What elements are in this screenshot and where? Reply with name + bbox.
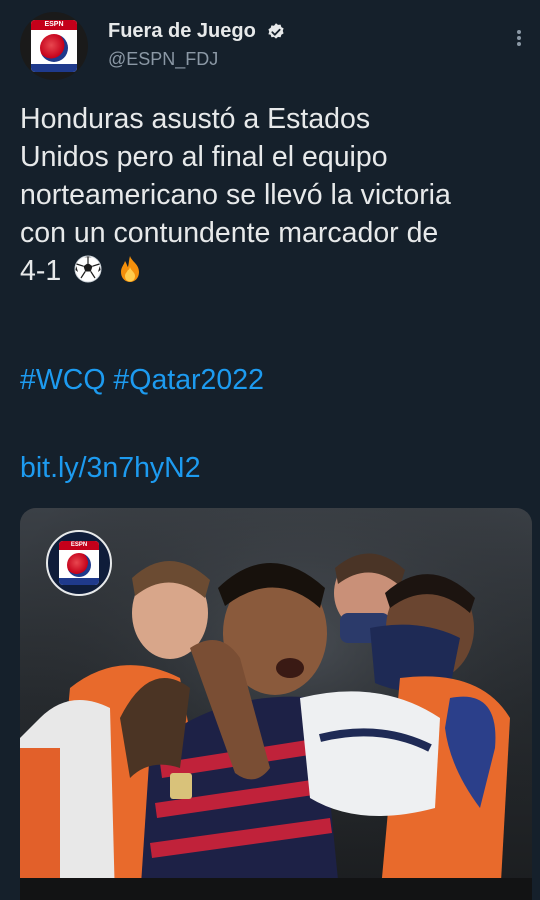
tweet-header: ESPN Fuera de Juego @ESPN_FDJ xyxy=(20,12,530,82)
hashtag-link[interactable]: #WCQ xyxy=(20,364,106,396)
verified-badge-icon xyxy=(268,22,284,39)
avatar[interactable]: ESPN xyxy=(20,12,88,80)
media-logo-text: ESPN xyxy=(59,541,99,550)
tweet-text-line-last: 4-1 xyxy=(20,252,530,290)
tweet-text-line: con un contundente marcador de xyxy=(20,217,439,249)
hashtag-link[interactable]: #Qatar2022 xyxy=(113,364,264,396)
tweet-link[interactable]: bit.ly/3n7hyN2 xyxy=(20,452,201,485)
media-espn-logo-icon: ESPN xyxy=(46,530,112,596)
fire-icon xyxy=(121,256,140,282)
avatar-logo-text: ESPN xyxy=(31,20,77,30)
logo-bottom-band xyxy=(31,64,77,72)
espn-fdj-logo-icon: ESPN xyxy=(31,20,77,72)
hashtags: #WCQ #Qatar2022 xyxy=(20,364,264,397)
tweet-card: ESPN Fuera de Juego @ESPN_FDJ Honduras a… xyxy=(0,0,540,900)
author-handle[interactable]: @ESPN_FDJ xyxy=(108,49,286,70)
author-names: Fuera de Juego @ESPN_FDJ xyxy=(108,20,286,70)
soccer-ball-icon xyxy=(74,255,102,283)
tweet-media-image[interactable]: ESPN xyxy=(20,508,532,900)
display-name[interactable]: Fuera de Juego xyxy=(108,20,256,43)
tweet-text-line: Unidos pero al final el equipo xyxy=(20,141,388,173)
tweet-text-line: Honduras asustó a Estados xyxy=(20,103,371,135)
logo-ball-icon xyxy=(40,34,68,62)
more-options-icon[interactable] xyxy=(514,28,524,52)
tweet-text: Honduras asustó a Estados Unidos pero al… xyxy=(20,100,530,290)
tweet-text-line: norteamericano se llevó la victoria xyxy=(20,179,451,211)
score-text: 4-1 xyxy=(20,255,62,287)
